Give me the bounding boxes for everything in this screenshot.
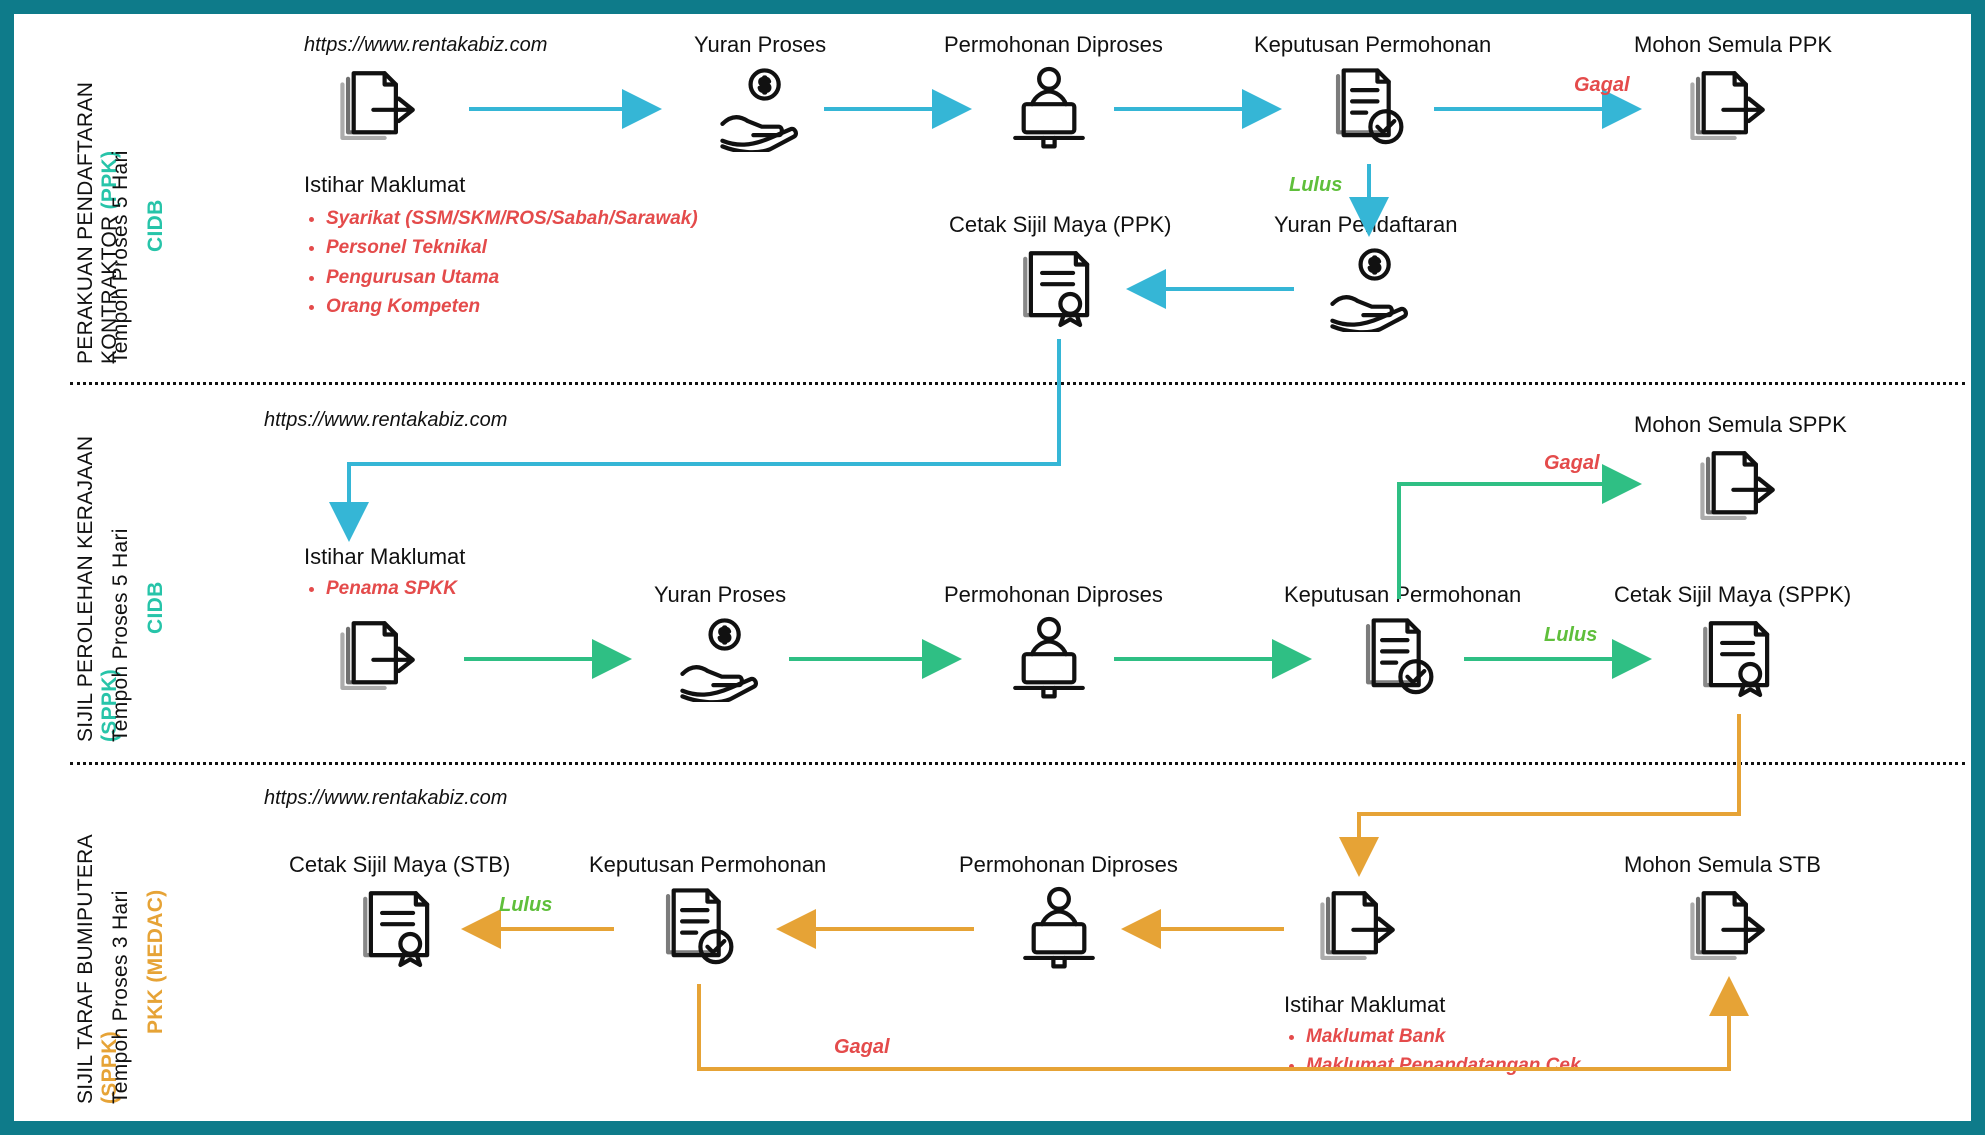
stb-lulus: Lulus	[499, 894, 552, 917]
stb-gagal: Gagal	[834, 1036, 890, 1059]
diagram-frame: $	[0, 0, 1985, 1135]
